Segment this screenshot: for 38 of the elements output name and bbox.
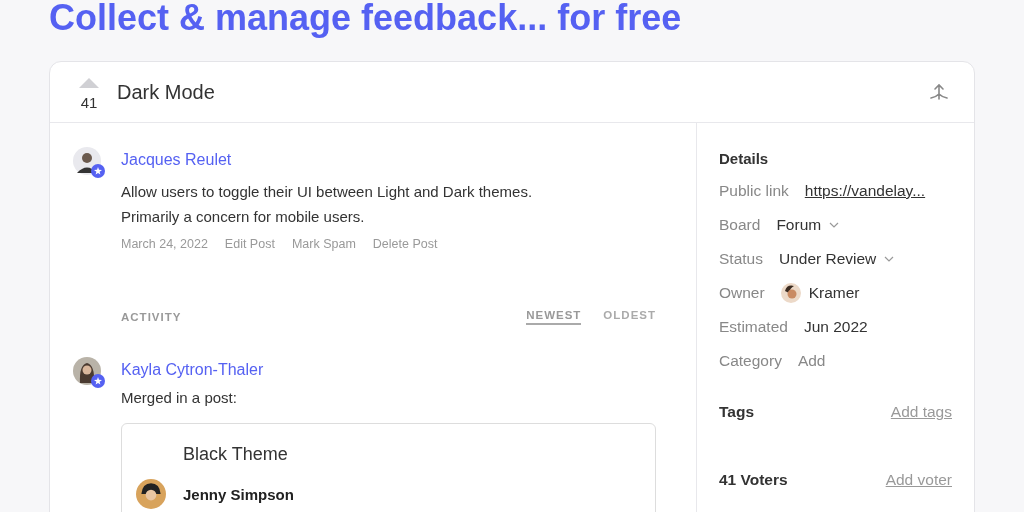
chevron-down-icon <box>829 221 840 228</box>
field-label: Public link <box>719 181 789 200</box>
author-name[interactable]: Jacques Reulet <box>121 151 232 169</box>
public-link[interactable]: https://vandelay... <box>804 181 926 200</box>
field-label: Owner <box>719 283 765 302</box>
post-date: March 24, 2022 <box>121 237 208 251</box>
sort-tab[interactable]: NEWEST <box>526 309 582 325</box>
details-heading: Details <box>719 150 770 167</box>
author-name[interactable]: Kayla Cytron-Thaler <box>121 361 264 379</box>
voters-heading: 41 Voters <box>719 471 788 489</box>
post-title: Dark Mode <box>117 80 216 104</box>
field-label: Estimated <box>719 317 788 336</box>
owner-name[interactable]: Kramer <box>808 283 860 302</box>
avatar <box>136 479 166 509</box>
field-label: Board <box>719 215 761 234</box>
chevron-down-icon <box>884 255 895 262</box>
add-category-link[interactable]: Add <box>797 351 826 370</box>
activity-label: ACTIVITY <box>121 311 182 323</box>
merged-post-card[interactable]: Black Theme Jenny Simpson <box>121 423 656 512</box>
add-voter-link[interactable]: Add voter <box>885 471 952 489</box>
post-action-link[interactable]: Edit Post <box>224 237 275 251</box>
avatar <box>780 282 801 303</box>
field-label: Status <box>719 249 763 268</box>
vote-count: 41 <box>80 93 98 111</box>
merge-icon[interactable] <box>929 82 949 102</box>
add-tags-link[interactable]: Add tags <box>890 403 952 421</box>
merged-post-title: Black Theme <box>183 444 289 465</box>
estimate-value[interactable]: Jun 2022 <box>803 317 868 336</box>
post-action-link[interactable]: Mark Spam <box>291 237 356 251</box>
tags-heading: Tags <box>719 403 755 421</box>
page-headline: Collect & manage feedback... for free <box>49 0 683 40</box>
dropdown[interactable]: Forum <box>776 215 840 234</box>
dropdown[interactable]: Under Review <box>778 249 895 268</box>
field-label: Category <box>719 351 782 370</box>
activity-text: Merged in a post: <box>121 389 238 406</box>
merged-post-author: Jenny Simpson <box>183 485 294 503</box>
post-body: Allow users to toggle their UI between Light and Dark themes. Primarily a concern for mobile users. <box>121 182 534 227</box>
post-action-link[interactable]: Delete Post <box>372 237 438 251</box>
